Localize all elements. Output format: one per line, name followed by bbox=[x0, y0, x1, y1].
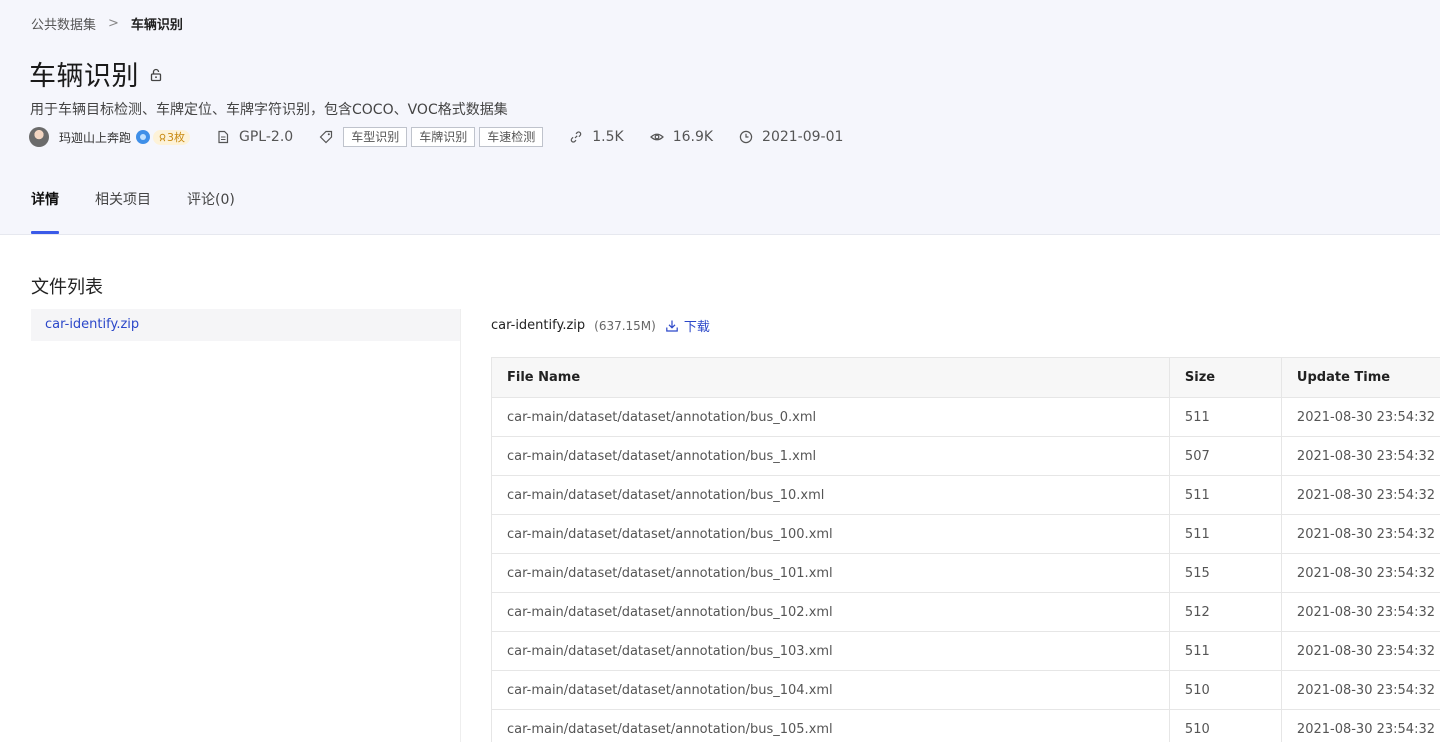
selected-file-size: (637.15M) bbox=[594, 318, 656, 333]
meta-row: 玛迦山上奔跑 3枚 GPL-2.0 车型识别 车牌识别 车速检测 1.5K 16… bbox=[29, 127, 843, 147]
update-time-cell: 2021-08-30 23:54:32 bbox=[1280, 436, 1440, 476]
update-time-cell: 2021-08-30 23:54:32 bbox=[1280, 631, 1440, 671]
table-row: car-main/dataset/dataset/annotation/bus_… bbox=[491, 514, 1440, 554]
clock-icon bbox=[739, 130, 753, 144]
update-time-cell: 2021-08-30 23:54:32 bbox=[1280, 670, 1440, 710]
update-time-cell: 2021-08-30 23:54:32 bbox=[1280, 514, 1440, 554]
file-name-cell: car-main/dataset/dataset/annotation/bus_… bbox=[491, 514, 1170, 554]
tab-bar: 详情 相关项目 评论(0) bbox=[31, 189, 271, 234]
table-row: car-main/dataset/dataset/annotation/bus_… bbox=[491, 631, 1440, 671]
file-name-cell: car-main/dataset/dataset/annotation/bus_… bbox=[491, 592, 1170, 632]
fork-count: 1.5K bbox=[569, 129, 624, 145]
page-title: 车辆识别 bbox=[29, 61, 139, 92]
tags-group: 车型识别 车牌识别 车速检测 bbox=[319, 127, 544, 147]
file-size-cell: 510 bbox=[1168, 670, 1282, 710]
medal-icon bbox=[159, 133, 166, 141]
document-icon bbox=[216, 130, 230, 144]
table-header-row: File Name Size Update Time bbox=[491, 357, 1440, 398]
file-name-cell: car-main/dataset/dataset/annotation/bus_… bbox=[491, 553, 1170, 593]
update-date-text: 2021-09-01 bbox=[762, 129, 844, 145]
tag-chip[interactable]: 车速检测 bbox=[479, 127, 544, 147]
file-table: File Name Size Update Time car-main/data… bbox=[491, 357, 1440, 742]
breadcrumb-current: 车辆识别 bbox=[130, 18, 183, 33]
license-text: GPL-2.0 bbox=[239, 129, 294, 145]
file-name-cell: car-main/dataset/dataset/annotation/bus_… bbox=[491, 436, 1170, 476]
medal-count: 3枚 bbox=[167, 130, 186, 144]
column-header-update-time: Update Time bbox=[1280, 357, 1440, 398]
author-name[interactable]: 玛迦山上奔跑 bbox=[59, 129, 131, 146]
update-time-cell: 2021-08-30 23:54:32 bbox=[1280, 553, 1440, 593]
unlock-icon bbox=[149, 67, 163, 81]
download-button[interactable]: 下载 bbox=[665, 316, 710, 335]
table-row: car-main/dataset/dataset/annotation/bus_… bbox=[491, 670, 1440, 710]
file-size-cell: 511 bbox=[1168, 475, 1282, 515]
file-list-title: 文件列表 bbox=[31, 277, 103, 298]
file-size-cell: 515 bbox=[1168, 553, 1282, 593]
breadcrumb-separator: > bbox=[108, 16, 119, 31]
download-icon bbox=[666, 320, 678, 332]
file-name-cell: car-main/dataset/dataset/annotation/bus_… bbox=[491, 670, 1170, 710]
tag-icon bbox=[319, 130, 333, 144]
verified-icon bbox=[136, 130, 151, 144]
license-info: GPL-2.0 bbox=[216, 129, 293, 145]
file-name-cell: car-main/dataset/dataset/annotation/bus_… bbox=[491, 631, 1170, 671]
tag-chip[interactable]: 车牌识别 bbox=[411, 127, 476, 147]
download-label: 下载 bbox=[683, 320, 710, 335]
file-size-cell: 507 bbox=[1168, 436, 1282, 476]
update-time-cell: 2021-08-30 23:54:32 bbox=[1280, 397, 1440, 437]
table-row: car-main/dataset/dataset/annotation/bus_… bbox=[491, 709, 1440, 742]
file-size-cell: 511 bbox=[1168, 397, 1282, 437]
table-row: car-main/dataset/dataset/annotation/bus_… bbox=[491, 553, 1440, 593]
file-list-item[interactable]: car-identify.zip bbox=[31, 309, 460, 341]
file-name-cell: car-main/dataset/dataset/annotation/bus_… bbox=[491, 709, 1170, 742]
panel-divider bbox=[460, 309, 461, 742]
table-row: car-main/dataset/dataset/annotation/bus_… bbox=[491, 397, 1440, 437]
file-size-cell: 511 bbox=[1168, 514, 1282, 554]
dataset-description: 用于车辆目标检测、车牌定位、车牌字符识别，包含COCO、VOC格式数据集 bbox=[30, 102, 508, 118]
file-size-cell: 512 bbox=[1168, 592, 1282, 632]
medal-badge: 3枚 bbox=[153, 129, 191, 145]
avatar[interactable] bbox=[29, 127, 49, 147]
column-header-size: Size bbox=[1168, 357, 1282, 398]
view-count-text: 16.9K bbox=[672, 129, 714, 145]
eye-icon bbox=[649, 130, 664, 144]
dataset-header: 公共数据集 > 车辆识别 车辆识别 用于车辆目标检测、车牌定位、车牌字符识别，包… bbox=[0, 0, 1440, 235]
view-count: 16.9K bbox=[649, 129, 714, 145]
table-row: car-main/dataset/dataset/annotation/bus_… bbox=[491, 436, 1440, 476]
tab-related-projects[interactable]: 相关项目 bbox=[95, 189, 151, 234]
file-name-cell: car-main/dataset/dataset/annotation/bus_… bbox=[491, 475, 1170, 515]
update-time-cell: 2021-08-30 23:54:32 bbox=[1280, 475, 1440, 515]
column-header-file-name: File Name bbox=[491, 357, 1170, 398]
tab-comments[interactable]: 评论(0) bbox=[187, 189, 235, 234]
breadcrumb-parent-link[interactable]: 公共数据集 bbox=[31, 14, 96, 33]
update-time-cell: 2021-08-30 23:54:32 bbox=[1280, 709, 1440, 742]
update-date: 2021-09-01 bbox=[739, 129, 843, 145]
fork-count-text: 1.5K bbox=[592, 129, 624, 145]
table-row: car-main/dataset/dataset/annotation/bus_… bbox=[491, 475, 1440, 515]
file-size-cell: 510 bbox=[1168, 709, 1282, 742]
file-list: car-identify.zip bbox=[31, 309, 460, 341]
breadcrumb: 公共数据集 > 车辆识别 bbox=[31, 14, 183, 33]
selected-file-name: car-identify.zip bbox=[491, 318, 586, 333]
selected-file-header: car-identify.zip (637.15M) 下载 bbox=[491, 316, 710, 335]
tag-chip[interactable]: 车型识别 bbox=[343, 127, 408, 147]
table-row: car-main/dataset/dataset/annotation/bus_… bbox=[491, 592, 1440, 632]
tab-details[interactable]: 详情 bbox=[31, 189, 59, 234]
file-name-cell: car-main/dataset/dataset/annotation/bus_… bbox=[491, 397, 1170, 437]
file-size-cell: 511 bbox=[1168, 631, 1282, 671]
title-row: 车辆识别 bbox=[29, 54, 163, 93]
link-icon bbox=[569, 130, 583, 144]
update-time-cell: 2021-08-30 23:54:32 bbox=[1280, 592, 1440, 632]
tag-list: 车型识别 车牌识别 车速检测 bbox=[343, 127, 544, 147]
